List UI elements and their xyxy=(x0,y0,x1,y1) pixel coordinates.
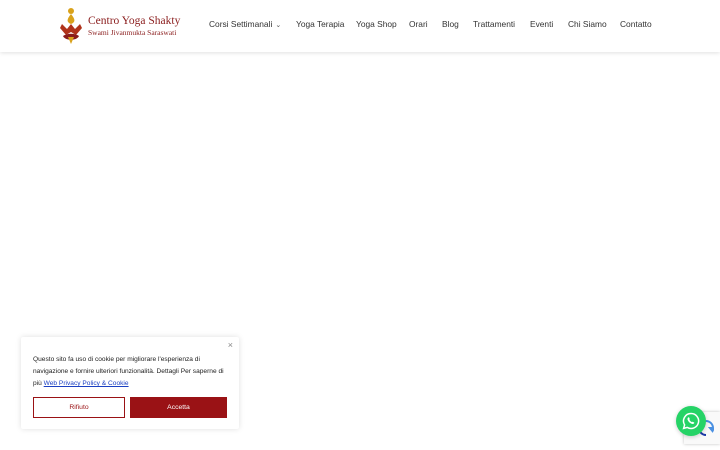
nav-label: Corsi Settimanali xyxy=(209,19,273,29)
chevron-down-icon: ⌄ xyxy=(275,22,282,29)
nav-item-corsi-settimanali[interactable]: Corsi Settimanali ⌄ xyxy=(209,19,281,29)
nav-item-contatto[interactable]: Contatto xyxy=(620,19,652,29)
nav-item-yoga-terapia[interactable]: Yoga Terapia xyxy=(296,19,344,29)
nav-item-yoga-shop[interactable]: Yoga Shop xyxy=(356,19,397,29)
main-nav: Corsi Settimanali ⌄ Yoga Terapia Yoga Sho… xyxy=(0,0,720,52)
reject-button[interactable]: Rifiuto xyxy=(33,397,125,418)
close-icon[interactable]: × xyxy=(228,341,233,350)
nav-item-orari[interactable]: Orari xyxy=(409,19,428,29)
nav-item-trattamenti[interactable]: Trattamenti xyxy=(473,19,515,29)
privacy-policy-link[interactable]: Web Privacy Policy & Cookie xyxy=(44,380,129,387)
accept-button[interactable]: Accetta xyxy=(130,397,227,418)
cookie-banner: × Questo sito fa uso di cookie per migli… xyxy=(21,337,239,429)
nav-item-chi-siamo[interactable]: Chi Siamo xyxy=(568,19,607,29)
cookie-text: Questo sito fa uso di cookie per miglior… xyxy=(33,354,233,390)
whatsapp-button[interactable] xyxy=(676,406,706,436)
nav-item-blog[interactable]: Blog xyxy=(442,19,459,29)
nav-item-eventi[interactable]: Eventi xyxy=(530,19,553,29)
site-header: Centro Yoga Shakty Swami Jivanmukta Sara… xyxy=(0,0,720,52)
whatsapp-icon xyxy=(682,412,700,430)
